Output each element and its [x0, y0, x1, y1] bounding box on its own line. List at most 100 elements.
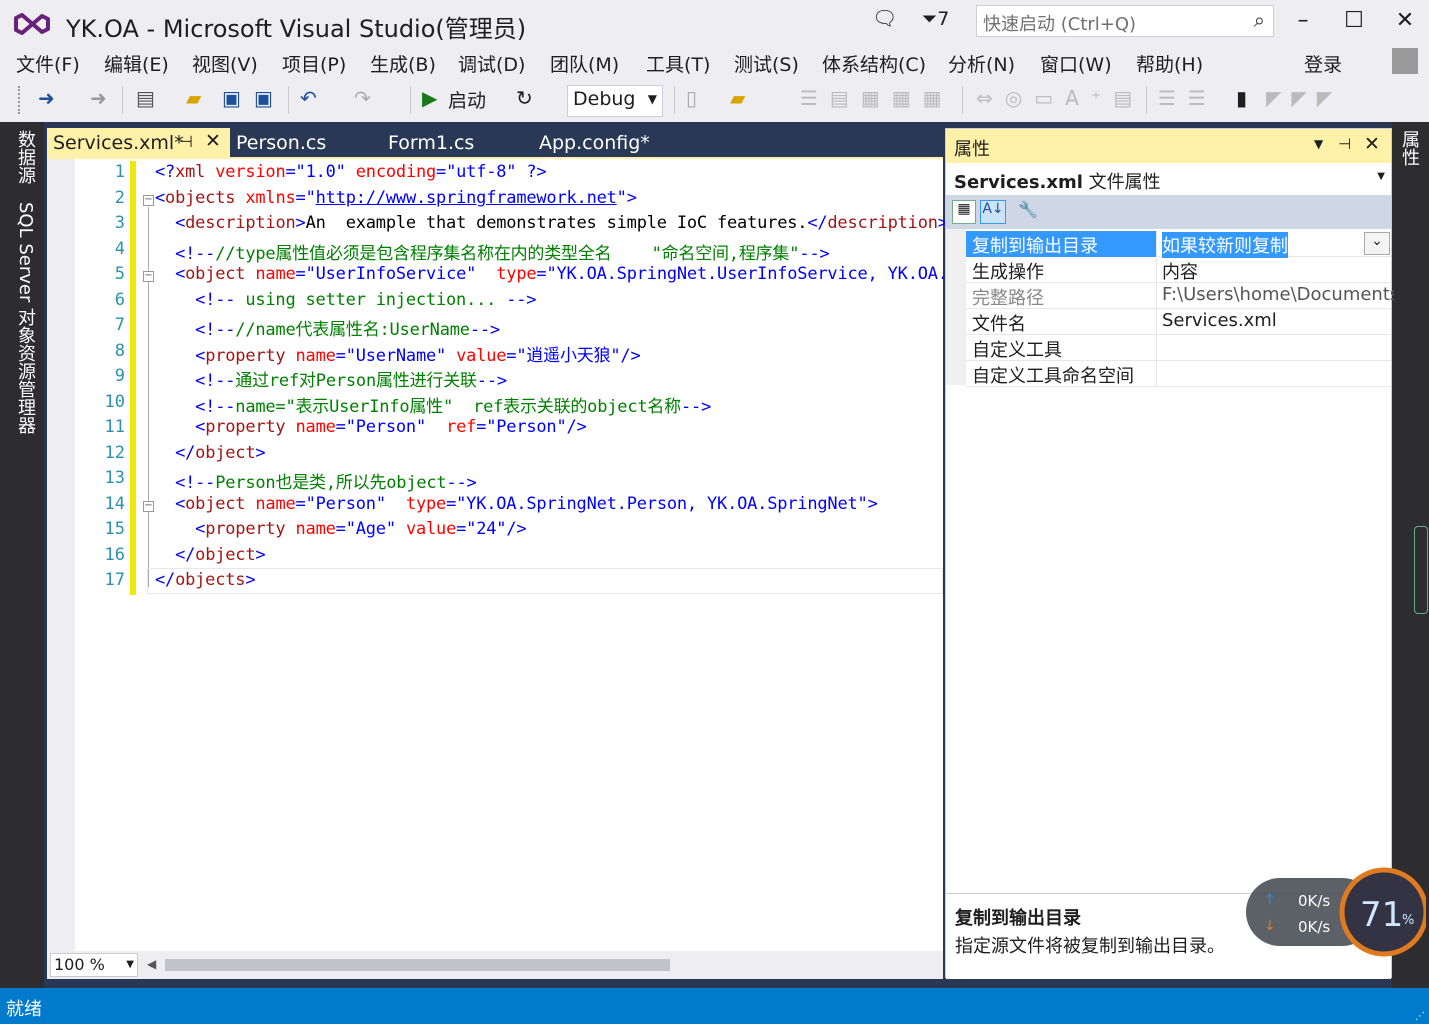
- code-line-2: <objects xmlns="http://www.springframewo…: [155, 188, 637, 208]
- code-editor[interactable]: 1 2 3 4 5 6 7 8 9 10 11 12 13 14 15 16 17 − − − <?xml ve…: [47, 159, 1058, 979]
- menu-file[interactable]: 文件(F): [16, 50, 80, 77]
- code-line-6: <!-- using setter injection... -->: [195, 290, 537, 310]
- open-file-icon[interactable]: ▰: [186, 86, 201, 110]
- menu-test[interactable]: 测试(S): [734, 50, 799, 77]
- start-icon[interactable]: ▶: [422, 86, 437, 110]
- menu-edit[interactable]: 编辑(E): [104, 50, 169, 77]
- toolbar-separator: [288, 86, 289, 114]
- tab-form1-cs[interactable]: Form1.cs: [382, 128, 480, 160]
- code-line-16: </object>: [175, 545, 266, 565]
- fold-toggle-icon[interactable]: −: [143, 195, 154, 206]
- properties-title: 属性: [954, 139, 990, 160]
- properties-header: 属性 ▼ ⊣ ✕: [946, 129, 1391, 163]
- property-row[interactable]: 生成操作 内容: [966, 257, 1391, 283]
- line-number: 16: [104, 544, 125, 565]
- current-line-highlight: [147, 568, 943, 594]
- menu-help[interactable]: 帮助(H): [1136, 50, 1203, 77]
- chevron-down-icon[interactable]: ▼: [1314, 137, 1323, 151]
- format-toolbar-icons[interactable]: ⇔◎▭A⁺▤: [976, 86, 1144, 110]
- new-project-icon[interactable]: ▤: [136, 86, 155, 110]
- pin-icon[interactable]: ⊣: [1338, 135, 1351, 153]
- close-window-button[interactable]: ✕: [1382, 4, 1428, 38]
- chevron-down-icon[interactable]: ⌄: [1364, 232, 1390, 255]
- notifications[interactable]: ⏷7: [922, 8, 949, 30]
- datasource-tab[interactable]: 数据源: [12, 130, 38, 184]
- toolbar-grip[interactable]: [18, 86, 24, 114]
- undo-icon[interactable]: ↶: [300, 86, 317, 110]
- sql-server-explorer-tab[interactable]: SQL Server 对象资源管理器: [12, 202, 38, 434]
- fold-toggle-icon[interactable]: −: [143, 501, 154, 512]
- fold-toggle-icon[interactable]: −: [143, 271, 154, 282]
- chevron-down-icon: ▼: [647, 92, 657, 106]
- property-value[interactable]: 内容: [1162, 258, 1394, 284]
- properties-rail-tab[interactable]: 属性: [1396, 130, 1422, 166]
- property-row[interactable]: 完整路径 F:\Users\home\Documents: [966, 283, 1394, 309]
- comment-toolbar-icons[interactable]: ☰☰: [1158, 86, 1218, 110]
- object-selector[interactable]: Services.xml 文件属性 ▼: [946, 163, 1391, 195]
- maximize-button[interactable]: ☐: [1331, 4, 1377, 38]
- config-dropdown[interactable]: Debug ▼: [567, 85, 663, 117]
- resize-grip-icon[interactable]: ⋰: [1415, 1011, 1425, 1022]
- save-icon[interactable]: ▣: [222, 86, 241, 110]
- signin-link[interactable]: 登录: [1304, 50, 1342, 77]
- avatar[interactable]: [1392, 48, 1418, 74]
- property-value[interactable]: Services.xml: [1162, 310, 1394, 331]
- bookmark-icon[interactable]: ▮: [1236, 86, 1247, 110]
- pin-icon[interactable]: ⊣: [179, 132, 193, 151]
- chevron-down-icon: ▼: [126, 959, 134, 970]
- menu-team[interactable]: 团队(M): [550, 50, 619, 77]
- object-type: 文件属性: [1088, 172, 1161, 193]
- horizontal-scrollbar[interactable]: [165, 959, 670, 971]
- zoom-dropdown[interactable]: 100 % ▼: [50, 953, 138, 977]
- alphabetical-icon[interactable]: A↓: [980, 200, 1006, 224]
- property-value[interactable]: F:\Users\home\Documents: [1162, 284, 1394, 305]
- layout-toolbar-icons[interactable]: ☰▤▦▦▦: [800, 86, 954, 110]
- minimize-button[interactable]: –: [1280, 4, 1326, 38]
- menu-build[interactable]: 生成(B): [370, 50, 436, 77]
- menu-analyze[interactable]: 分析(N): [948, 50, 1015, 77]
- close-panel-icon[interactable]: ✕: [1364, 133, 1380, 155]
- menu-architecture[interactable]: 体系结构(C): [822, 50, 926, 77]
- forward-icon[interactable]: ➜: [90, 86, 107, 110]
- menu-window[interactable]: 窗口(W): [1040, 50, 1112, 77]
- fold-guide: [148, 207, 149, 587]
- scroll-left-icon[interactable]: ◀: [147, 957, 156, 971]
- restart-icon[interactable]: ↻: [516, 86, 533, 110]
- menu-view[interactable]: 视图(V): [192, 50, 258, 77]
- code-line-5: <object name="UserInfoService" type="YK.…: [175, 264, 1058, 284]
- menu-project[interactable]: 项目(P): [282, 50, 346, 77]
- back-icon[interactable]: ➜: [38, 86, 55, 110]
- toolbar-separator: [674, 86, 675, 114]
- line-number: 2: [114, 187, 125, 208]
- property-pages-icon[interactable]: 🔧: [1018, 200, 1038, 219]
- property-value[interactable]: 如果较新则复制: [1162, 232, 1288, 258]
- object-name: Services.xml: [954, 172, 1083, 193]
- upload-arrow-icon: ↑: [1264, 892, 1276, 908]
- bookmark-nav-icons[interactable]: ◤◤◤: [1266, 86, 1342, 110]
- line-number: 11: [104, 417, 125, 437]
- start-button[interactable]: 启动: [448, 86, 486, 113]
- property-row[interactable]: 自定义工具命名空间: [966, 361, 1391, 387]
- cpu-percent: 71: [1360, 895, 1403, 935]
- attach-icon[interactable]: ▯: [686, 86, 697, 110]
- filter-icon: ⏷: [922, 8, 938, 30]
- menu-debug[interactable]: 调试(D): [458, 50, 525, 77]
- title-bar: YK.OA - Microsoft Visual Studio(管理员) 🗨 ⏷…: [0, 0, 1429, 46]
- close-tab-icon[interactable]: ✕: [205, 130, 221, 152]
- quick-launch-input[interactable]: 快速启动 (Ctrl+Q) ⌕: [976, 5, 1274, 37]
- save-all-icon[interactable]: ▣: [254, 86, 273, 110]
- feedback-icon[interactable]: 🗨: [872, 6, 897, 30]
- tab-person-cs[interactable]: Person.cs: [230, 128, 332, 160]
- property-name: 自定义工具: [972, 340, 1062, 361]
- upload-speed: 0K/s: [1298, 892, 1330, 910]
- zoom-value: 100 %: [54, 955, 105, 974]
- find-in-files-icon[interactable]: ▰: [730, 86, 745, 110]
- menu-tools[interactable]: 工具(T): [646, 50, 710, 77]
- categorized-icon[interactable]: ▦: [952, 200, 976, 224]
- property-row[interactable]: 文件名 Services.xml: [966, 309, 1391, 335]
- property-row[interactable]: 复制到输出目录 如果较新则复制 ⌄: [966, 231, 1391, 258]
- tab-services-xml[interactable]: Services.xml* ⊣ ✕: [47, 128, 230, 160]
- tab-app-config[interactable]: App.config*: [533, 128, 656, 160]
- property-row[interactable]: 自定义工具: [966, 335, 1391, 361]
- redo-icon[interactable]: ↷: [354, 86, 371, 110]
